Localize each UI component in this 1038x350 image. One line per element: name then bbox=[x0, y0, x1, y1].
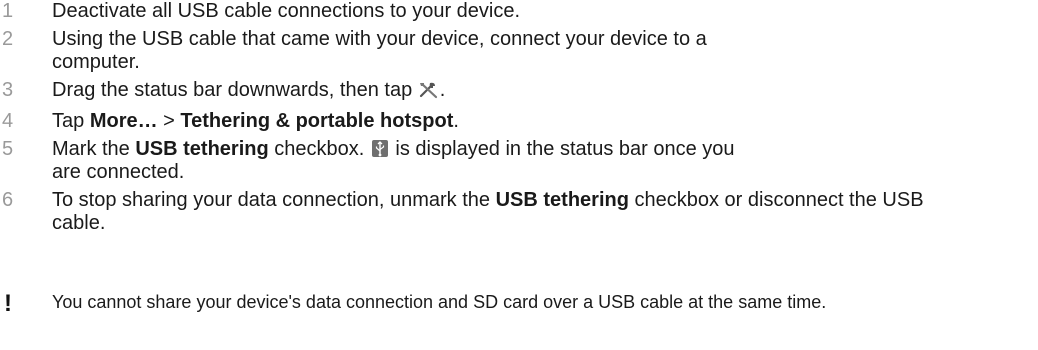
step-text: To stop sharing your data connection, un… bbox=[52, 189, 496, 211]
step-text-end: . bbox=[439, 79, 446, 101]
step-text-separator: > bbox=[157, 110, 181, 132]
usb-tethering-status-icon bbox=[371, 140, 388, 157]
step-number: 6 bbox=[2, 189, 14, 211]
menu-more-label: More… bbox=[89, 110, 158, 132]
step-text-mid: checkbox. bbox=[268, 138, 370, 160]
step-text: Tap bbox=[52, 110, 90, 132]
step-number: 3 bbox=[2, 79, 14, 101]
step-number: 5 bbox=[2, 138, 14, 160]
step-number: 2 bbox=[2, 28, 14, 50]
step-text: Deactivate all USB cable connections to … bbox=[52, 0, 521, 22]
step-text: Drag the status bar downwards, then tap bbox=[52, 79, 418, 101]
step-text: Using the USB cable that came with your … bbox=[52, 28, 707, 73]
usb-tethering-label: USB tethering bbox=[495, 189, 629, 211]
note-text: You cannot share your device's data conn… bbox=[52, 292, 827, 312]
step-text-end: . bbox=[453, 110, 459, 132]
step-number: 4 bbox=[2, 110, 14, 132]
step-6: 6 To stop sharing your data connection, … bbox=[0, 189, 972, 235]
step-3: 3 Drag the status bar downwards, then ta… bbox=[0, 79, 1030, 105]
step-4: 4 Tap More… > Tethering & portable hotsp… bbox=[0, 110, 1030, 133]
menu-tethering-label: Tethering & portable hotspot bbox=[180, 110, 454, 132]
step-number: 1 bbox=[2, 0, 14, 22]
note-box: ! You cannot share your device's data co… bbox=[0, 290, 1030, 317]
instruction-steps: 1 Deactivate all USB cable connections t… bbox=[0, 0, 1030, 240]
step-2: 2 Using the USB cable that came with you… bbox=[0, 28, 772, 74]
usb-tethering-label: USB tethering bbox=[135, 138, 269, 160]
step-text: Mark the bbox=[52, 138, 136, 160]
step-1: 1 Deactivate all USB cable connections t… bbox=[0, 0, 832, 23]
settings-tools-icon bbox=[418, 81, 440, 105]
step-5: 5 Mark the USB tethering checkbox. is di… bbox=[0, 138, 752, 184]
